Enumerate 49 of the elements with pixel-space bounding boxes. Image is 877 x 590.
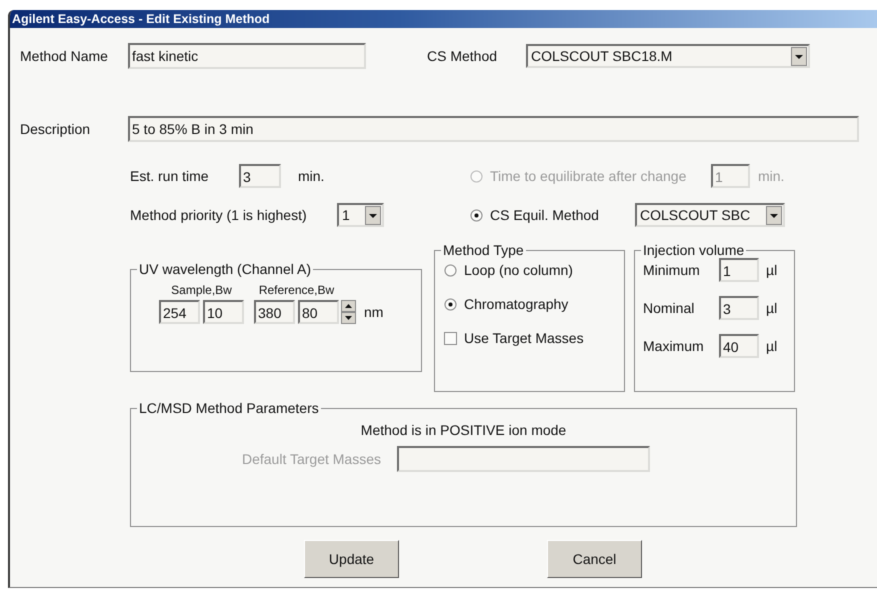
equil-method-dropdown[interactable]: COLSCOUT SBC: [635, 203, 785, 227]
target-masses-field[interactable]: [397, 446, 650, 472]
cs-method-dropdown[interactable]: COLSCOUT SBC18.M: [526, 44, 810, 68]
field-label: Description: [20, 121, 92, 137]
window-title: Agilent Easy-Access - Edit Existing Method: [10, 10, 877, 28]
group-title: LC/MSD Method Parameters: [138, 400, 320, 416]
radio-label: CS Equil. Method: [490, 207, 600, 223]
unit-label: µl: [766, 262, 778, 278]
unit-label: nm: [364, 303, 384, 322]
option-label: Chromatography: [464, 296, 568, 312]
unit-label: µl: [766, 338, 778, 354]
wavelength-field[interactable]: 254: [159, 300, 200, 324]
spinner-icon[interactable]: [341, 300, 356, 324]
run-time-field[interactable]: 3: [239, 164, 281, 188]
ion-mode-text: Method is in POSITIVE ion mode: [360, 422, 566, 438]
priority-dropdown[interactable]: 1: [337, 203, 384, 227]
column-heading: Sample,Bw: [170, 283, 233, 297]
option-label: Loop (no column): [464, 262, 573, 278]
volume-field[interactable]: 40: [719, 334, 759, 358]
radio-button[interactable]: [444, 264, 457, 276]
group-title: Method Type: [442, 242, 525, 258]
field-label: Method Name: [20, 48, 109, 64]
group-title: UV wavelength (Channel A): [138, 261, 312, 277]
checkbox[interactable]: [444, 332, 457, 344]
wavelength-field[interactable]: 80: [298, 300, 339, 324]
field-label: Default Target Masses: [240, 451, 381, 467]
column-heading: Reference,Bw: [258, 283, 336, 297]
field-label: Maximum: [643, 338, 705, 354]
description-field[interactable]: 5 to 85% B in 3 min: [128, 116, 859, 142]
unit-label: µl: [766, 300, 778, 316]
unit-label: min.: [758, 168, 784, 184]
wavelength-field[interactable]: 380: [254, 300, 295, 324]
unit-label: min.: [298, 168, 324, 184]
option-label: Use Target Masses: [464, 330, 584, 346]
field-label: Est. run time: [130, 168, 210, 184]
field-label: Minimum: [643, 262, 701, 278]
dialog-button[interactable]: Update: [304, 540, 399, 578]
group-title: Injection volume: [642, 242, 746, 258]
field-label: Nominal: [643, 300, 696, 316]
wavelength-field[interactable]: 10: [203, 300, 244, 324]
radio-label: Time to equilibrate after change: [490, 168, 688, 184]
field-label: CS Method: [427, 48, 498, 64]
volume-field[interactable]: 3: [719, 296, 759, 320]
radio-button[interactable]: [470, 208, 483, 222]
dialog-button[interactable]: Cancel: [547, 540, 642, 578]
radio-button[interactable]: [444, 298, 457, 310]
field-label: Method priority (1 is highest): [130, 207, 308, 223]
method-name-field[interactable]: fast kinetic: [128, 43, 366, 69]
volume-field[interactable]: 1: [719, 258, 759, 282]
